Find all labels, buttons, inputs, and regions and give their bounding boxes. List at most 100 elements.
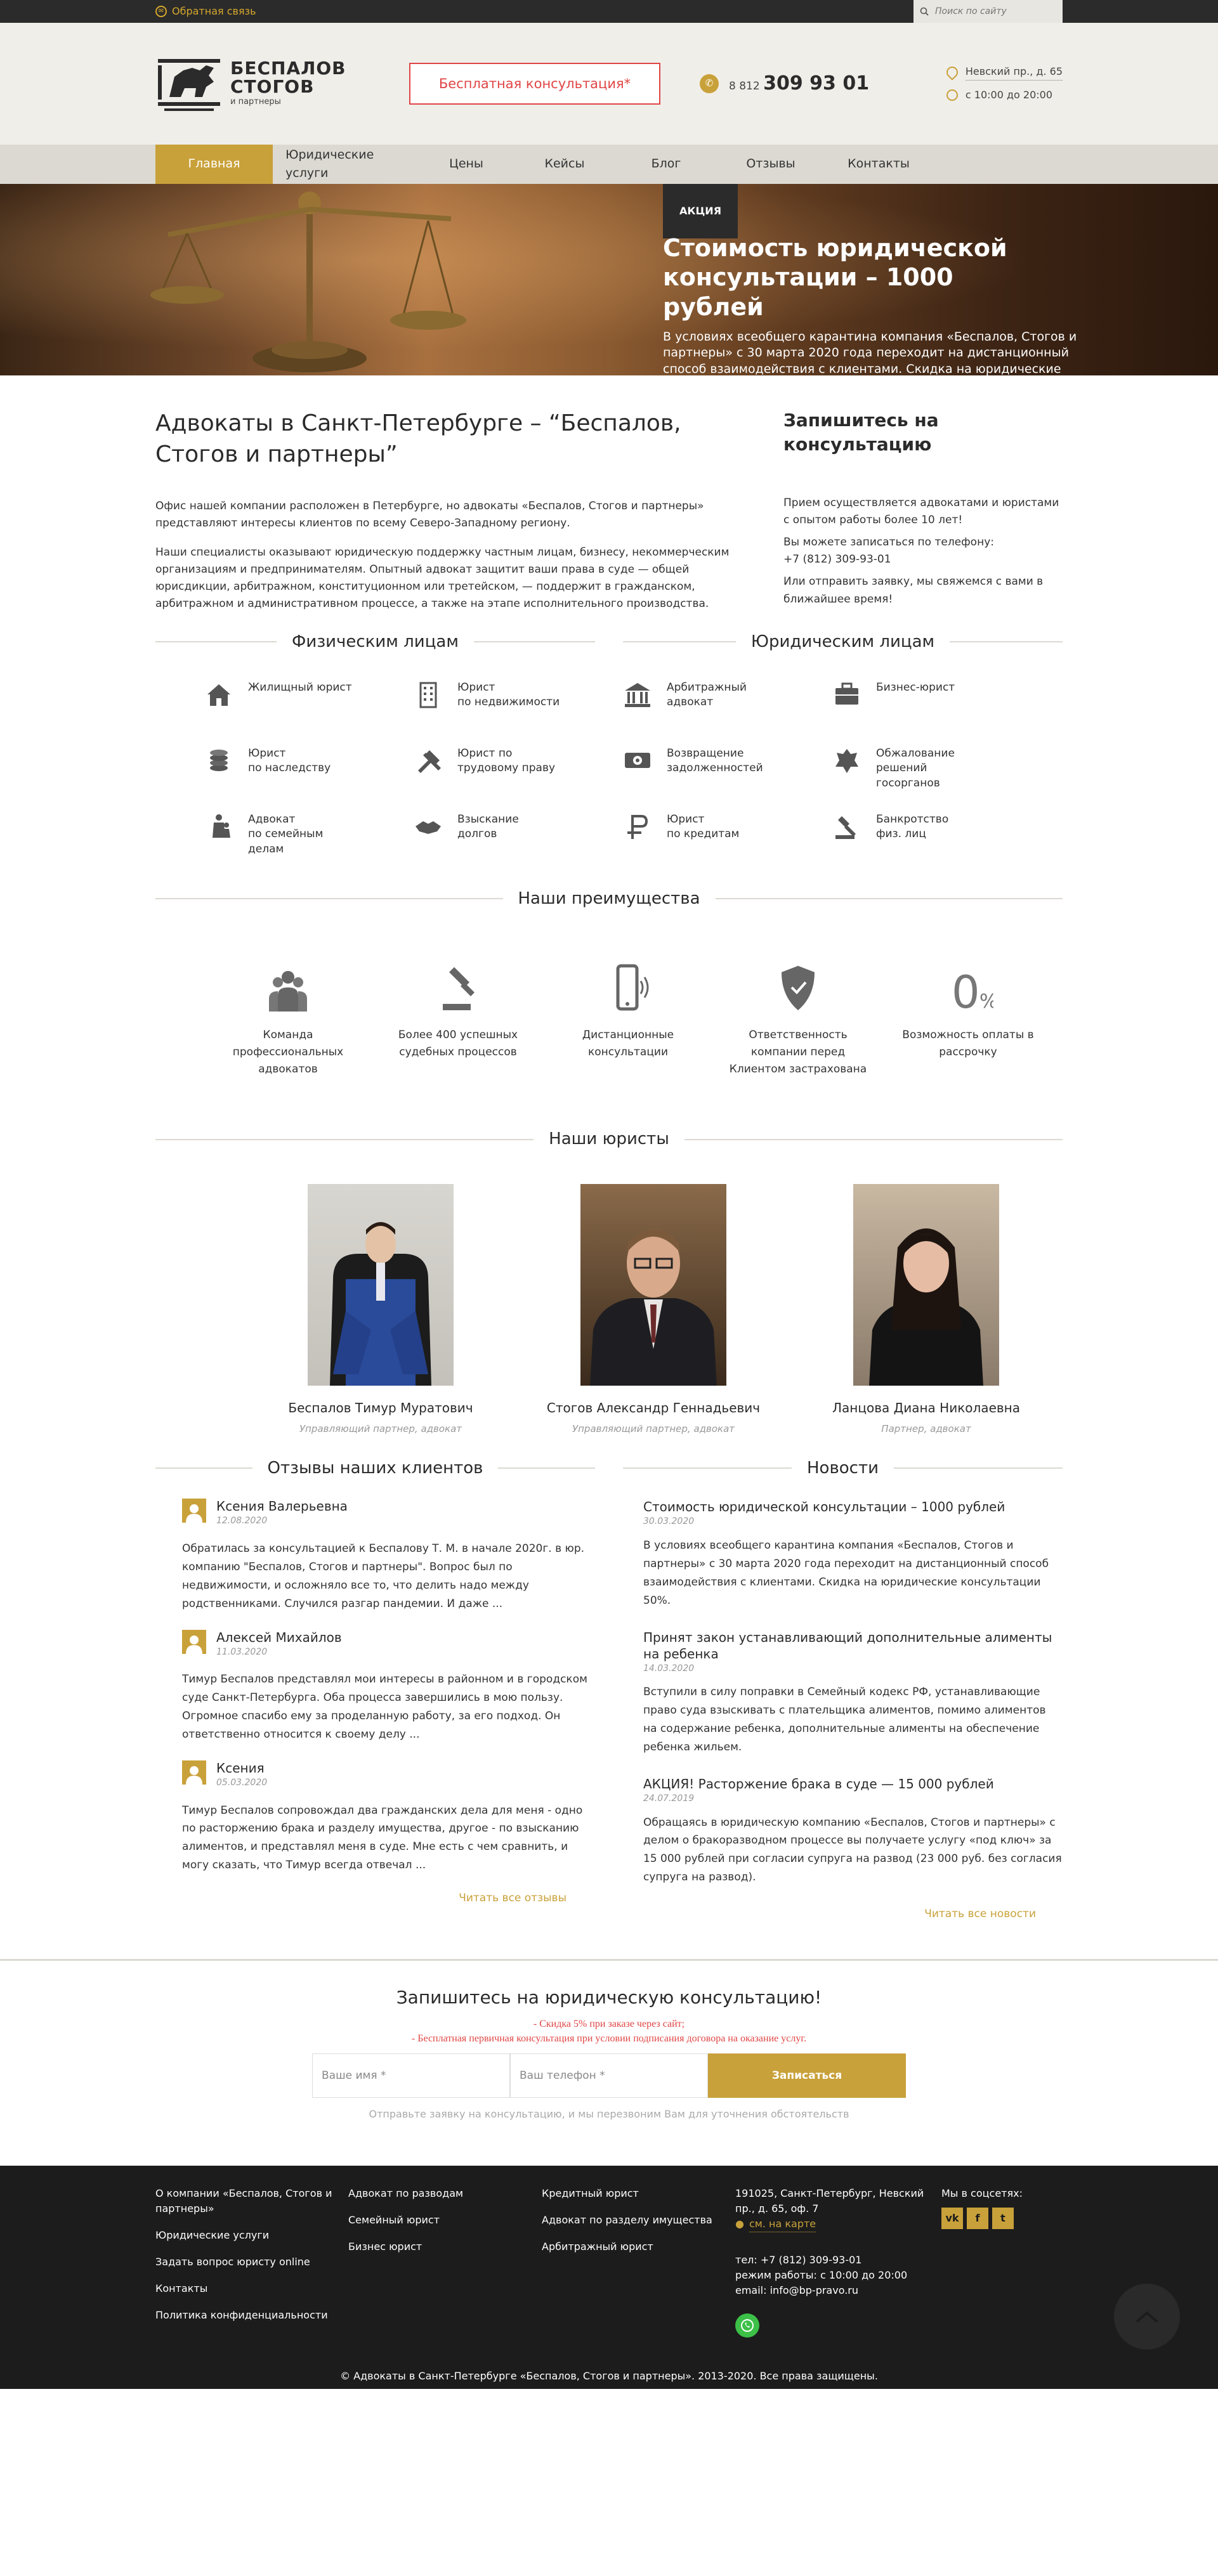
service-item[interactable]: Адвокат по семейным делам <box>205 812 414 859</box>
news-title[interactable]: АКЦИЯ! Расторжение брака в суде — 15 000… <box>643 1776 1063 1792</box>
section-news: Новости <box>623 1455 1063 1481</box>
lawyer-photo <box>853 1183 999 1386</box>
section-physical: Физическим лицам <box>155 629 595 654</box>
nav-item-prices[interactable]: Цены <box>419 145 514 184</box>
news-text: Вступили в силу поправки в Семейный коде… <box>643 1686 1046 1753</box>
review-text: Тимур Беспалов представлял мои интересы … <box>182 1673 587 1741</box>
advantage-label: Дистанционные консультации <box>582 1028 674 1059</box>
search-icon[interactable] <box>920 7 929 16</box>
nav-item-cases[interactable]: Кейсы <box>514 145 615 184</box>
lawyer-card[interactable]: Стогов Александр Геннадьевич Управляющий… <box>517 1183 790 1436</box>
service-label: Юрист по наследству <box>248 746 331 775</box>
all-reviews-link[interactable]: Читать все отзывы <box>459 1892 566 1904</box>
service-item[interactable]: Юрист по трудовому праву <box>414 746 624 793</box>
news-text: Обращаясь в юридическую компанию «Беспал… <box>643 1816 1062 1884</box>
aside-phone-link[interactable]: +7 (812) 309-93-01 <box>783 553 891 566</box>
feedback-link[interactable]: ✉ Обратная связь <box>155 4 256 20</box>
hero-banner[interactable]: АКЦИЯ Стоимость юридической консультации… <box>0 184 1218 375</box>
service-label: Юрист по трудовому праву <box>457 746 556 775</box>
header-contacts: Невский пр., д. 65 с 10:00 до 20:00 <box>944 61 1063 107</box>
signup-offer-1: - Скидка 5% при заказе через сайт; <box>533 2018 685 2029</box>
whatsapp-icon[interactable] <box>735 2313 759 2338</box>
clock-icon <box>946 89 958 101</box>
service-item[interactable]: Юрист по недвижимости <box>414 680 624 727</box>
phone-input[interactable]: Ваш телефон * <box>510 2053 708 2098</box>
working-hours: с 10:00 до 20:00 <box>965 88 1052 101</box>
news-title[interactable]: Принят закон устанавливающий дополнитель… <box>643 1629 1063 1662</box>
footer-link[interactable]: Адвокат по разделу имущества <box>542 2213 735 2228</box>
service-label: Юрист по недвижимости <box>457 680 560 709</box>
nav-item-services[interactable]: Юридические услуги <box>273 145 419 184</box>
service-item[interactable]: Юрист по кредитам <box>624 812 833 859</box>
name-input[interactable]: Ваше имя * <box>312 2053 510 2098</box>
scroll-up-button[interactable] <box>1114 2283 1180 2350</box>
map-link[interactable]: ● см. на карте <box>735 2216 941 2232</box>
vk-icon[interactable]: vk <box>941 2207 963 2229</box>
logo-line-2: СТОГОВ <box>230 75 315 97</box>
phone-prefix: 8 812 <box>729 79 760 93</box>
submit-button[interactable]: Записаться <box>708 2053 906 2098</box>
lawyer-card[interactable]: Ланцова Диана Николаевна Партнер, адвока… <box>790 1183 1063 1436</box>
news-item[interactable]: АКЦИЯ! Расторжение брака в суде — 15 000… <box>643 1776 1063 1887</box>
footer-link[interactable]: Адвокат по разводам <box>348 2186 542 2201</box>
footer-link[interactable]: Задать вопрос юристу online <box>155 2254 348 2270</box>
smartphone-icon <box>603 957 653 1014</box>
service-item[interactable]: Юрист по наследству <box>205 746 414 793</box>
footer-link[interactable]: О компании «Беспалов, Стогов и партнеры» <box>155 2186 348 2216</box>
signup-section: Запишитесь на юридическую консультацию! … <box>0 1959 1218 2123</box>
advantage-label: Команда профессиональных адвокатов <box>232 1028 344 1076</box>
service-label: Бизнес-юрист <box>876 680 955 694</box>
review-item: Алексей Михайлов 11.03.2020 Тимур Беспалов… <box>182 1629 595 1744</box>
nav-item-reviews[interactable]: Отзывы <box>717 145 825 184</box>
service-item[interactable]: Бизнес-юрист <box>833 680 1042 727</box>
service-label: Арбитражный адвокат <box>667 680 747 709</box>
twitter-icon[interactable]: t <box>992 2207 1014 2229</box>
news-title[interactable]: Стоимость юридической консультации – 100… <box>643 1499 1063 1515</box>
search-input[interactable] <box>935 6 1049 16</box>
header-phone[interactable]: ✆ 8 812 309 93 01 <box>700 69 877 99</box>
service-item[interactable]: Арбитражный адвокат <box>624 680 833 727</box>
news-item[interactable]: Принят закон устанавливающий дополнитель… <box>643 1629 1063 1757</box>
service-item[interactable]: Жилищный юрист <box>205 680 414 727</box>
services-grid: Жилищный юрист Юрист по недвижимости Арбит… <box>155 680 1063 859</box>
service-item[interactable]: Банкротство физ. лиц <box>833 812 1042 859</box>
main-nav: Главная Юридические услуги Цены Кейсы Бл… <box>0 145 1218 184</box>
footer-phone[interactable]: тел: +7 (812) 309-93-01 <box>735 2253 941 2268</box>
advantage-item: Более 400 успешных судебных процессов <box>373 957 543 1079</box>
review-author: Алексей Михайлов <box>216 1629 342 1645</box>
phone-number: 309 93 01 <box>763 72 870 94</box>
signup-form: Ваше имя * Ваш телефон * Записаться <box>0 2053 1218 2098</box>
service-item[interactable]: Взыскание долгов <box>414 812 624 859</box>
footer-link[interactable]: Политика конфиденциальности <box>155 2308 348 2323</box>
shield-icon <box>773 957 823 1014</box>
footer-link[interactable]: Арбитражный юрист <box>542 2239 735 2254</box>
nav-item-home[interactable]: Главная <box>155 145 273 184</box>
review-text: Тимур Беспалов сопровождал два гражданск… <box>182 1804 583 1872</box>
footer-link[interactable]: Семейный юрист <box>348 2213 542 2228</box>
news-item[interactable]: Стоимость юридической консультации – 100… <box>643 1499 1063 1610</box>
service-label: Банкротство физ. лиц <box>876 812 949 841</box>
section-legal: Юридическим лицам <box>623 629 1063 654</box>
logo[interactable]: БЕСПАЛОВ СТОГОВ и партнеры <box>155 49 409 119</box>
footer-link[interactable]: Кредитный юрист <box>542 2186 735 2201</box>
social-title: Мы в соцсетях: <box>941 2187 1023 2199</box>
service-label: Жилищный юрист <box>248 680 352 694</box>
intro-paragraph-2: Наши специалисты оказывают юридическую п… <box>155 545 730 611</box>
free-consultation-button[interactable]: Бесплатная консультация* <box>409 63 660 105</box>
footer-link[interactable]: Юридические услуги <box>155 2228 348 2243</box>
facebook-icon[interactable]: f <box>967 2207 988 2229</box>
address-link[interactable]: Невский пр., д. 65 <box>965 64 1063 81</box>
footer-email[interactable]: email: info@bp-pravo.ru <box>735 2283 941 2298</box>
service-item[interactable]: Возвращение задолженностей <box>624 746 833 793</box>
footer-link[interactable]: Бизнес юрист <box>348 2239 542 2254</box>
hero-title: Стоимость юридической консультации – 100… <box>663 234 1007 321</box>
nav-item-contacts[interactable]: Контакты <box>825 145 933 184</box>
all-news-link[interactable]: Читать все новости <box>924 1908 1036 1920</box>
nav-item-blog[interactable]: Блог <box>615 145 717 184</box>
coins-icon <box>205 746 233 774</box>
service-item[interactable]: Обжалование решений госорганов <box>833 746 1042 793</box>
logo-line-1: БЕСПАЛОВ <box>230 57 346 79</box>
gavel-hand-icon <box>833 812 861 840</box>
lawyer-card[interactable]: Беспалов Тимур Муратович Управляющий пар… <box>244 1183 517 1436</box>
footer-link[interactable]: Контакты <box>155 2281 348 2296</box>
